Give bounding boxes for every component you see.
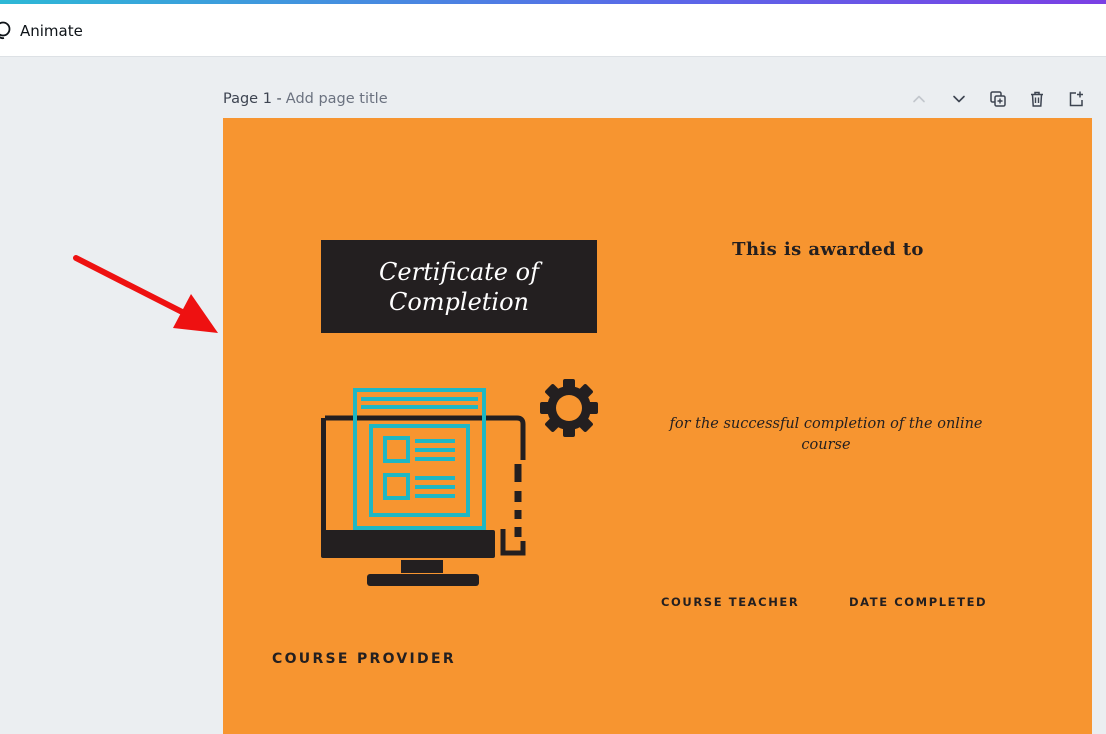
delete-page-button[interactable] <box>1024 86 1050 112</box>
duplicate-page-icon <box>990 91 1006 107</box>
chevron-down-icon <box>953 95 965 103</box>
design-canvas[interactable]: Certificate of Completion This is awarde… <box>223 118 1092 734</box>
completion-text[interactable]: for the successful completion of the onl… <box>653 414 999 456</box>
page-header: Page 1 - Add page title <box>223 88 388 110</box>
move-page-down-button[interactable] <box>946 86 972 112</box>
duplicate-page-button[interactable] <box>985 86 1011 112</box>
course-provider-label[interactable]: COURSE PROVIDER <box>272 651 456 667</box>
course-teacher-label[interactable]: COURSE TEACHER <box>661 595 799 609</box>
certificate-title-box[interactable]: Certificate of Completion <box>321 240 597 333</box>
chevron-up-icon <box>913 95 925 103</box>
animate-icon <box>0 21 12 41</box>
date-completed-label[interactable]: DATE COMPLETED <box>849 595 987 609</box>
editor-toolbar: Animate <box>0 4 1106 57</box>
add-page-button[interactable] <box>1063 86 1089 112</box>
animate-label: Animate <box>20 22 83 40</box>
certificate-title-line2: Completion <box>388 287 530 316</box>
page-title-input[interactable]: Add page title <box>286 91 388 107</box>
certificate-title-line1: Certificate of <box>379 257 539 286</box>
computer-illustration[interactable] <box>319 377 603 591</box>
awarded-to-heading[interactable]: This is awarded to <box>628 239 1028 260</box>
gear-icon <box>540 379 598 437</box>
page-number-label: Page 1 - <box>223 91 282 107</box>
delete-page-icon <box>1031 91 1043 107</box>
add-page-icon <box>1069 91 1083 107</box>
red-arrow-annotation <box>73 255 218 333</box>
move-page-up-button[interactable] <box>906 86 932 112</box>
animate-button[interactable]: Animate <box>0 18 83 44</box>
